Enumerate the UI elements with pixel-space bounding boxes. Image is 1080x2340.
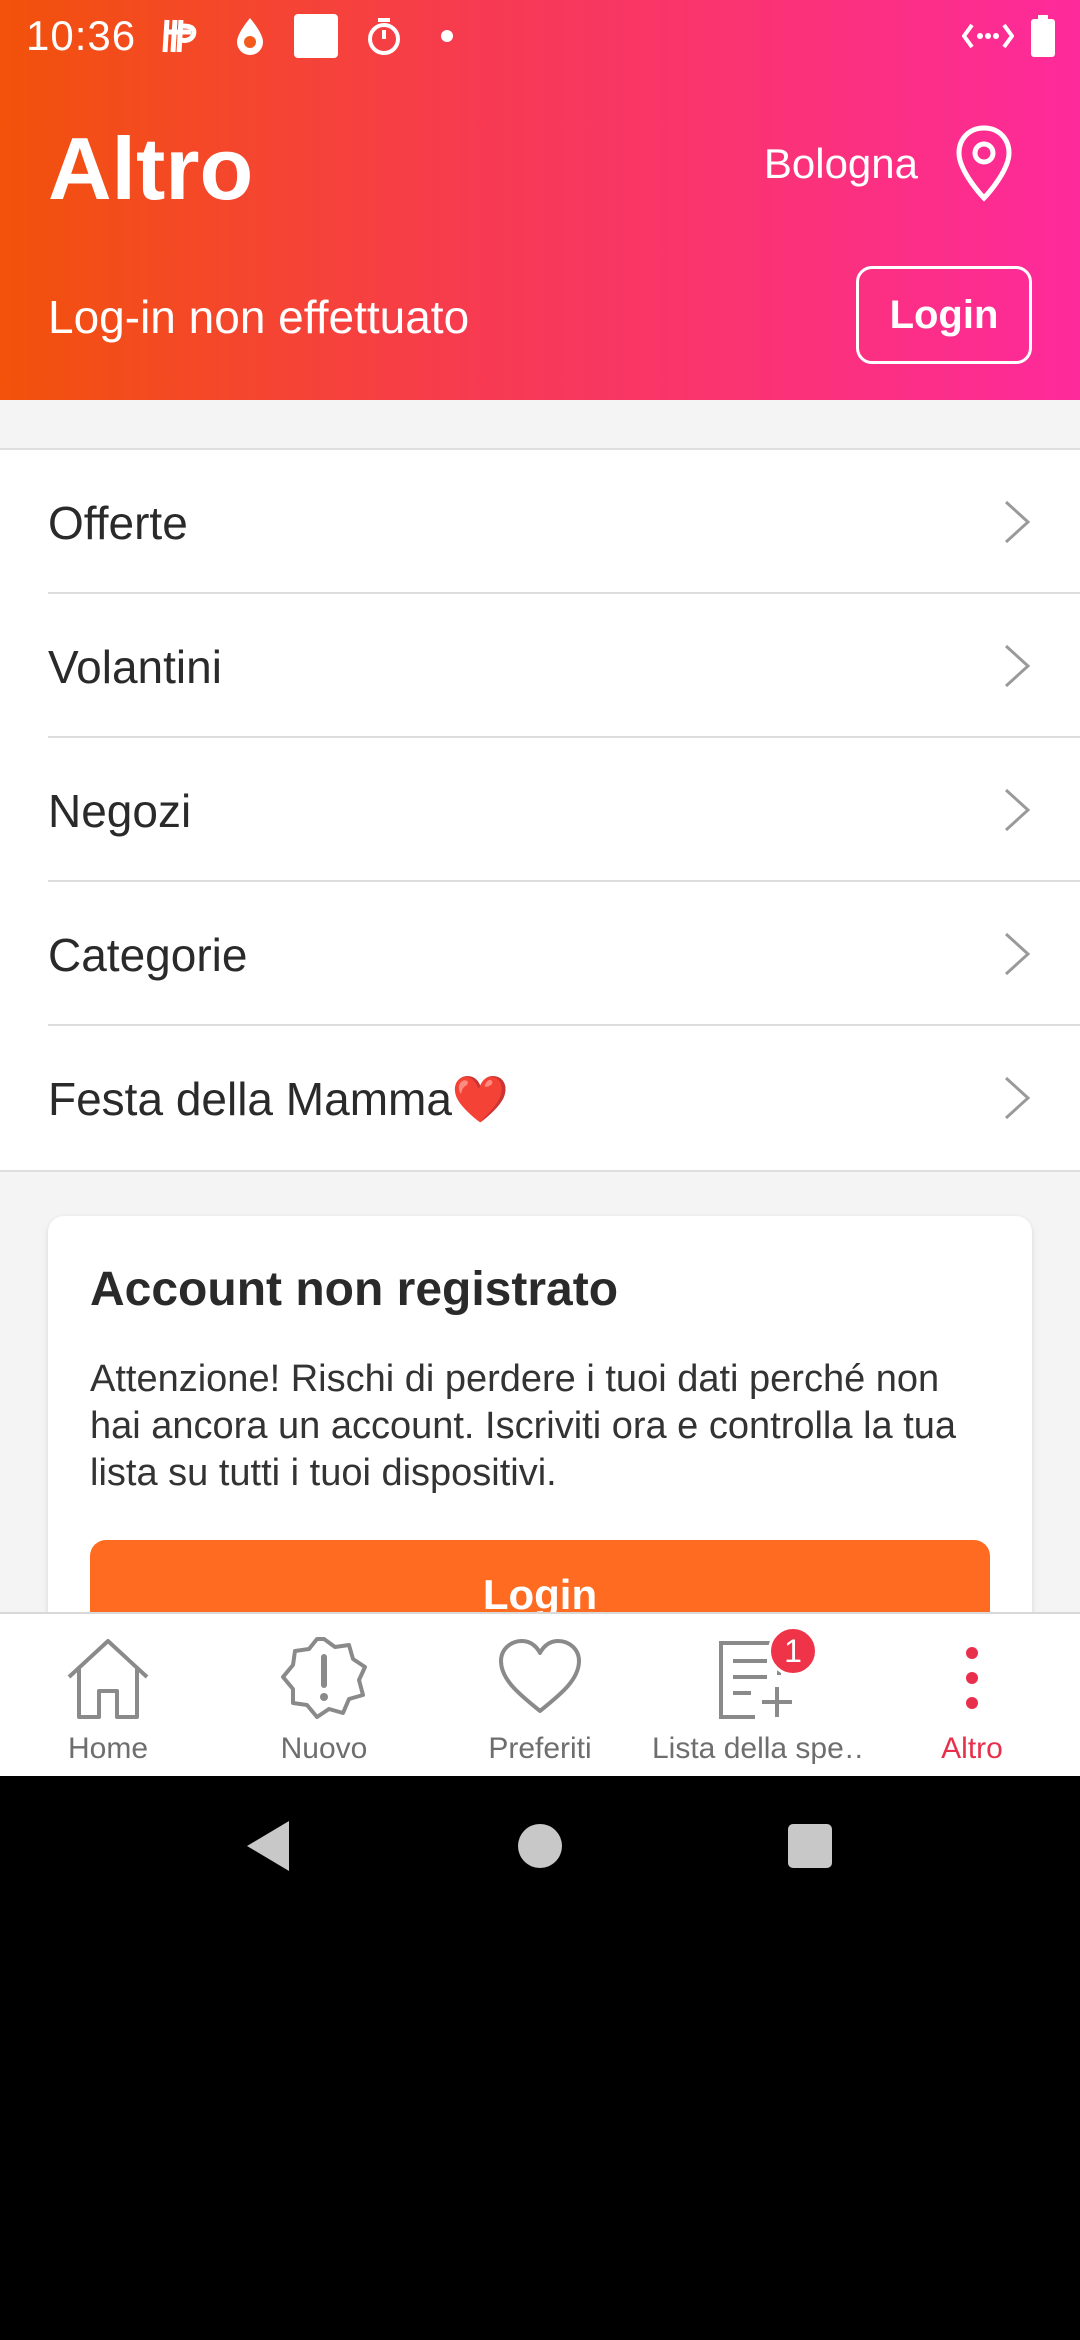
recents-icon[interactable]: [780, 1816, 840, 1876]
card-title: Account non registrato: [90, 1263, 619, 1316]
menu-item-offerte[interactable]: Offerte: [0, 450, 1080, 594]
page-title: Altro: [48, 119, 254, 218]
menu-item-categorie[interactable]: Categorie: [0, 882, 1080, 1026]
chevron-right-icon: [1004, 1076, 1031, 1120]
menu-item-label: Festa della Mamma: [48, 1073, 452, 1125]
new-badge-icon: [276, 1630, 372, 1726]
location-pin-icon[interactable]: [954, 124, 1014, 204]
heart-icon: [492, 1630, 588, 1726]
nav-label: Preferiti: [488, 1732, 592, 1765]
menu-item-negozi[interactable]: Negozi: [0, 738, 1080, 882]
app-screen: 10:36 Altro Bologna Log-in non effettuat…: [0, 0, 1080, 1776]
chevron-right-icon: [1004, 932, 1031, 976]
menu-item-label: Volantini: [48, 641, 222, 693]
home-circle-icon[interactable]: [510, 1816, 570, 1876]
header-login-button[interactable]: Login: [856, 266, 1032, 364]
battery-icon: [1030, 14, 1056, 58]
status-bar: 10:36: [0, 0, 1080, 72]
nav-lista-della-spesa[interactable]: 1 Lista della spe…: [648, 1614, 864, 1776]
heart-emoji: ❤️: [451, 1073, 510, 1125]
status-time: 10:36: [26, 12, 137, 59]
more-vertical-icon: [924, 1630, 1020, 1726]
cast-icon: [962, 14, 1014, 58]
nav-label: Altro: [941, 1732, 1003, 1765]
card-text: Attenzione! Rischi di perdere i tuoi dat…: [90, 1358, 957, 1494]
nav-label: Home: [67, 1732, 149, 1765]
chevron-right-icon: [1004, 500, 1031, 544]
menu-item-label: Offerte: [48, 497, 188, 549]
system-navigation-bar: [0, 1776, 1080, 1916]
dot-icon: [440, 14, 454, 58]
signal-mark-icon: [160, 14, 200, 58]
header: 10:36 Altro Bologna Log-in non effettuat…: [0, 0, 1080, 400]
menu-item-label: Categorie: [48, 929, 248, 981]
nav-nuovo[interactable]: Nuovo: [216, 1614, 432, 1776]
home-icon: [60, 1630, 156, 1726]
bottom-navigation: Home Nuovo Preferiti 1 Lista della spe…: [0, 1612, 1080, 1776]
nav-label: Nuovo: [280, 1732, 368, 1765]
menu-item-volantini[interactable]: Volantini: [0, 594, 1080, 738]
drop-icon: [230, 14, 270, 58]
login-status-text: Log-in non effettuato: [48, 291, 470, 343]
city-selector[interactable]: Bologna: [764, 140, 918, 188]
chevron-right-icon: [1004, 644, 1031, 688]
menu-item-label: Negozi: [48, 785, 192, 837]
menu-item-label-wrap: Festa della Mamma❤️: [48, 1072, 509, 1127]
square-icon: [294, 14, 338, 58]
nav-label: Lista della spe…: [652, 1732, 864, 1765]
stopwatch-icon: [364, 14, 404, 58]
back-icon[interactable]: [238, 1816, 298, 1876]
menu-list: Offerte Volantini Negozi Categorie Festa…: [0, 448, 1080, 1172]
nav-altro[interactable]: Altro: [864, 1614, 1080, 1776]
nav-preferiti[interactable]: Preferiti: [432, 1614, 648, 1776]
menu-item-festa-della-mamma[interactable]: Festa della Mamma❤️: [0, 1026, 1080, 1170]
nav-home[interactable]: Home: [0, 1614, 216, 1776]
chevron-right-icon: [1004, 788, 1031, 832]
list-count-badge: 1: [768, 1626, 818, 1676]
